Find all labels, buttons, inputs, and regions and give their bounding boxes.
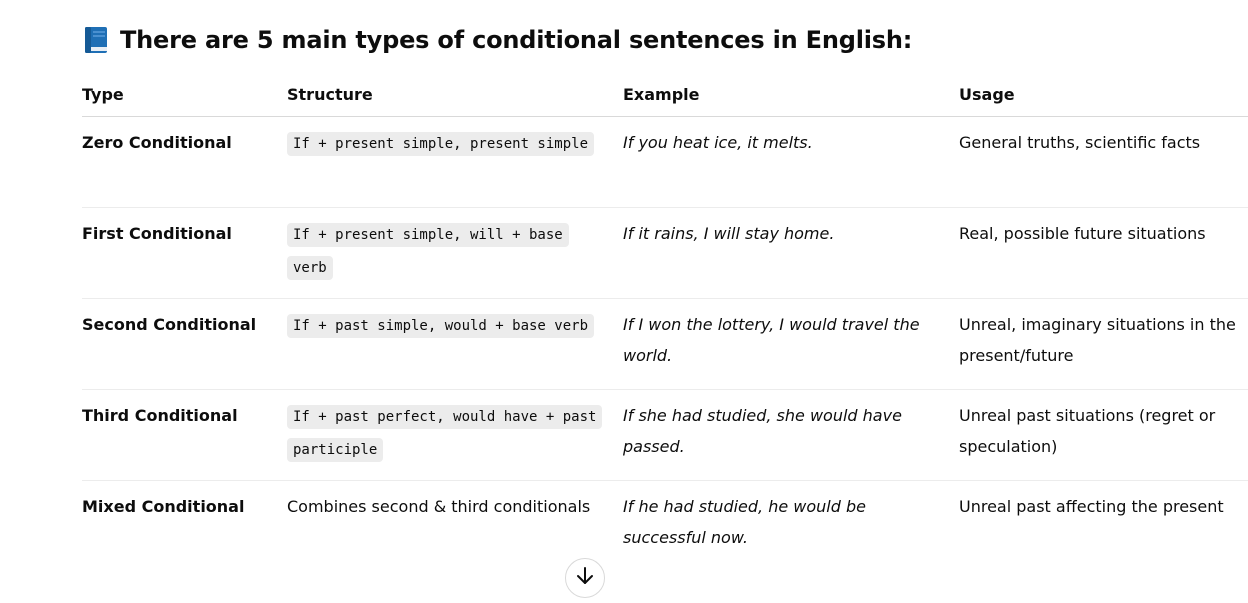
cell-usage: Real, possible future situations bbox=[959, 224, 1206, 243]
cell-structure: If + past simple, would + base verb bbox=[287, 309, 597, 342]
cell-example: If she had studied, she would have passe… bbox=[623, 406, 902, 456]
cell-example: If you heat ice, it melts. bbox=[623, 133, 813, 152]
cell-usage: General truths, scientific facts bbox=[959, 133, 1201, 152]
header-type: Type bbox=[82, 85, 124, 104]
header-structure: Structure bbox=[287, 85, 373, 104]
scroll-to-bottom-button[interactable] bbox=[565, 558, 605, 598]
arrow-down-icon bbox=[574, 565, 596, 591]
cell-type: Third Conditional bbox=[82, 406, 238, 425]
cell-type: First Conditional bbox=[82, 224, 232, 243]
page-heading: There are 5 main types of conditional se… bbox=[82, 25, 912, 55]
cell-type: Mixed Conditional bbox=[82, 497, 245, 516]
cell-type: Second Conditional bbox=[82, 315, 257, 334]
structure-code: If + present simple, present simple bbox=[287, 132, 595, 156]
cell-structure: If + present simple, present simple bbox=[287, 127, 597, 160]
table-row: Zero Conditional If + present simple, pr… bbox=[82, 117, 1248, 208]
header-usage: Usage bbox=[959, 85, 1015, 104]
cell-usage: Unreal past affecting the present bbox=[959, 497, 1224, 516]
cell-type: Zero Conditional bbox=[82, 133, 232, 152]
table-row: Second Conditional If + past simple, wou… bbox=[82, 299, 1248, 390]
heading-text: There are 5 main types of conditional se… bbox=[120, 26, 913, 54]
table-header-row: Type Structure Example Usage bbox=[82, 80, 1248, 117]
conditionals-table: Type Structure Example Usage Zero Condit… bbox=[82, 80, 1248, 571]
cell-structure: Combines second & third conditionals bbox=[287, 497, 591, 516]
header-example: Example bbox=[623, 85, 700, 104]
table-row: Third Conditional If + past perfect, wou… bbox=[82, 390, 1248, 481]
cell-example: If he had studied, he would be successfu… bbox=[623, 497, 866, 547]
table-row: First Conditional If + present simple, w… bbox=[82, 208, 1248, 299]
cell-structure: If + present simple, will + base verb bbox=[287, 218, 597, 284]
cell-example: If I won the lottery, I would travel the… bbox=[623, 315, 920, 365]
cell-structure: If + past perfect, would have + past par… bbox=[287, 400, 603, 466]
cell-example: If it rains, I will stay home. bbox=[623, 224, 835, 243]
structure-code: If + past perfect, would have + past par… bbox=[287, 405, 603, 462]
cell-usage: Unreal past situations (regret or specul… bbox=[959, 406, 1216, 456]
cell-usage: Unreal, imaginary situations in the pres… bbox=[959, 315, 1236, 365]
table-row: Mixed Conditional Combines second & thir… bbox=[82, 481, 1248, 571]
structure-code: If + past simple, would + base verb bbox=[287, 314, 595, 338]
blue-book-icon bbox=[82, 25, 110, 55]
structure-code: If + present simple, will + base verb bbox=[287, 223, 569, 280]
